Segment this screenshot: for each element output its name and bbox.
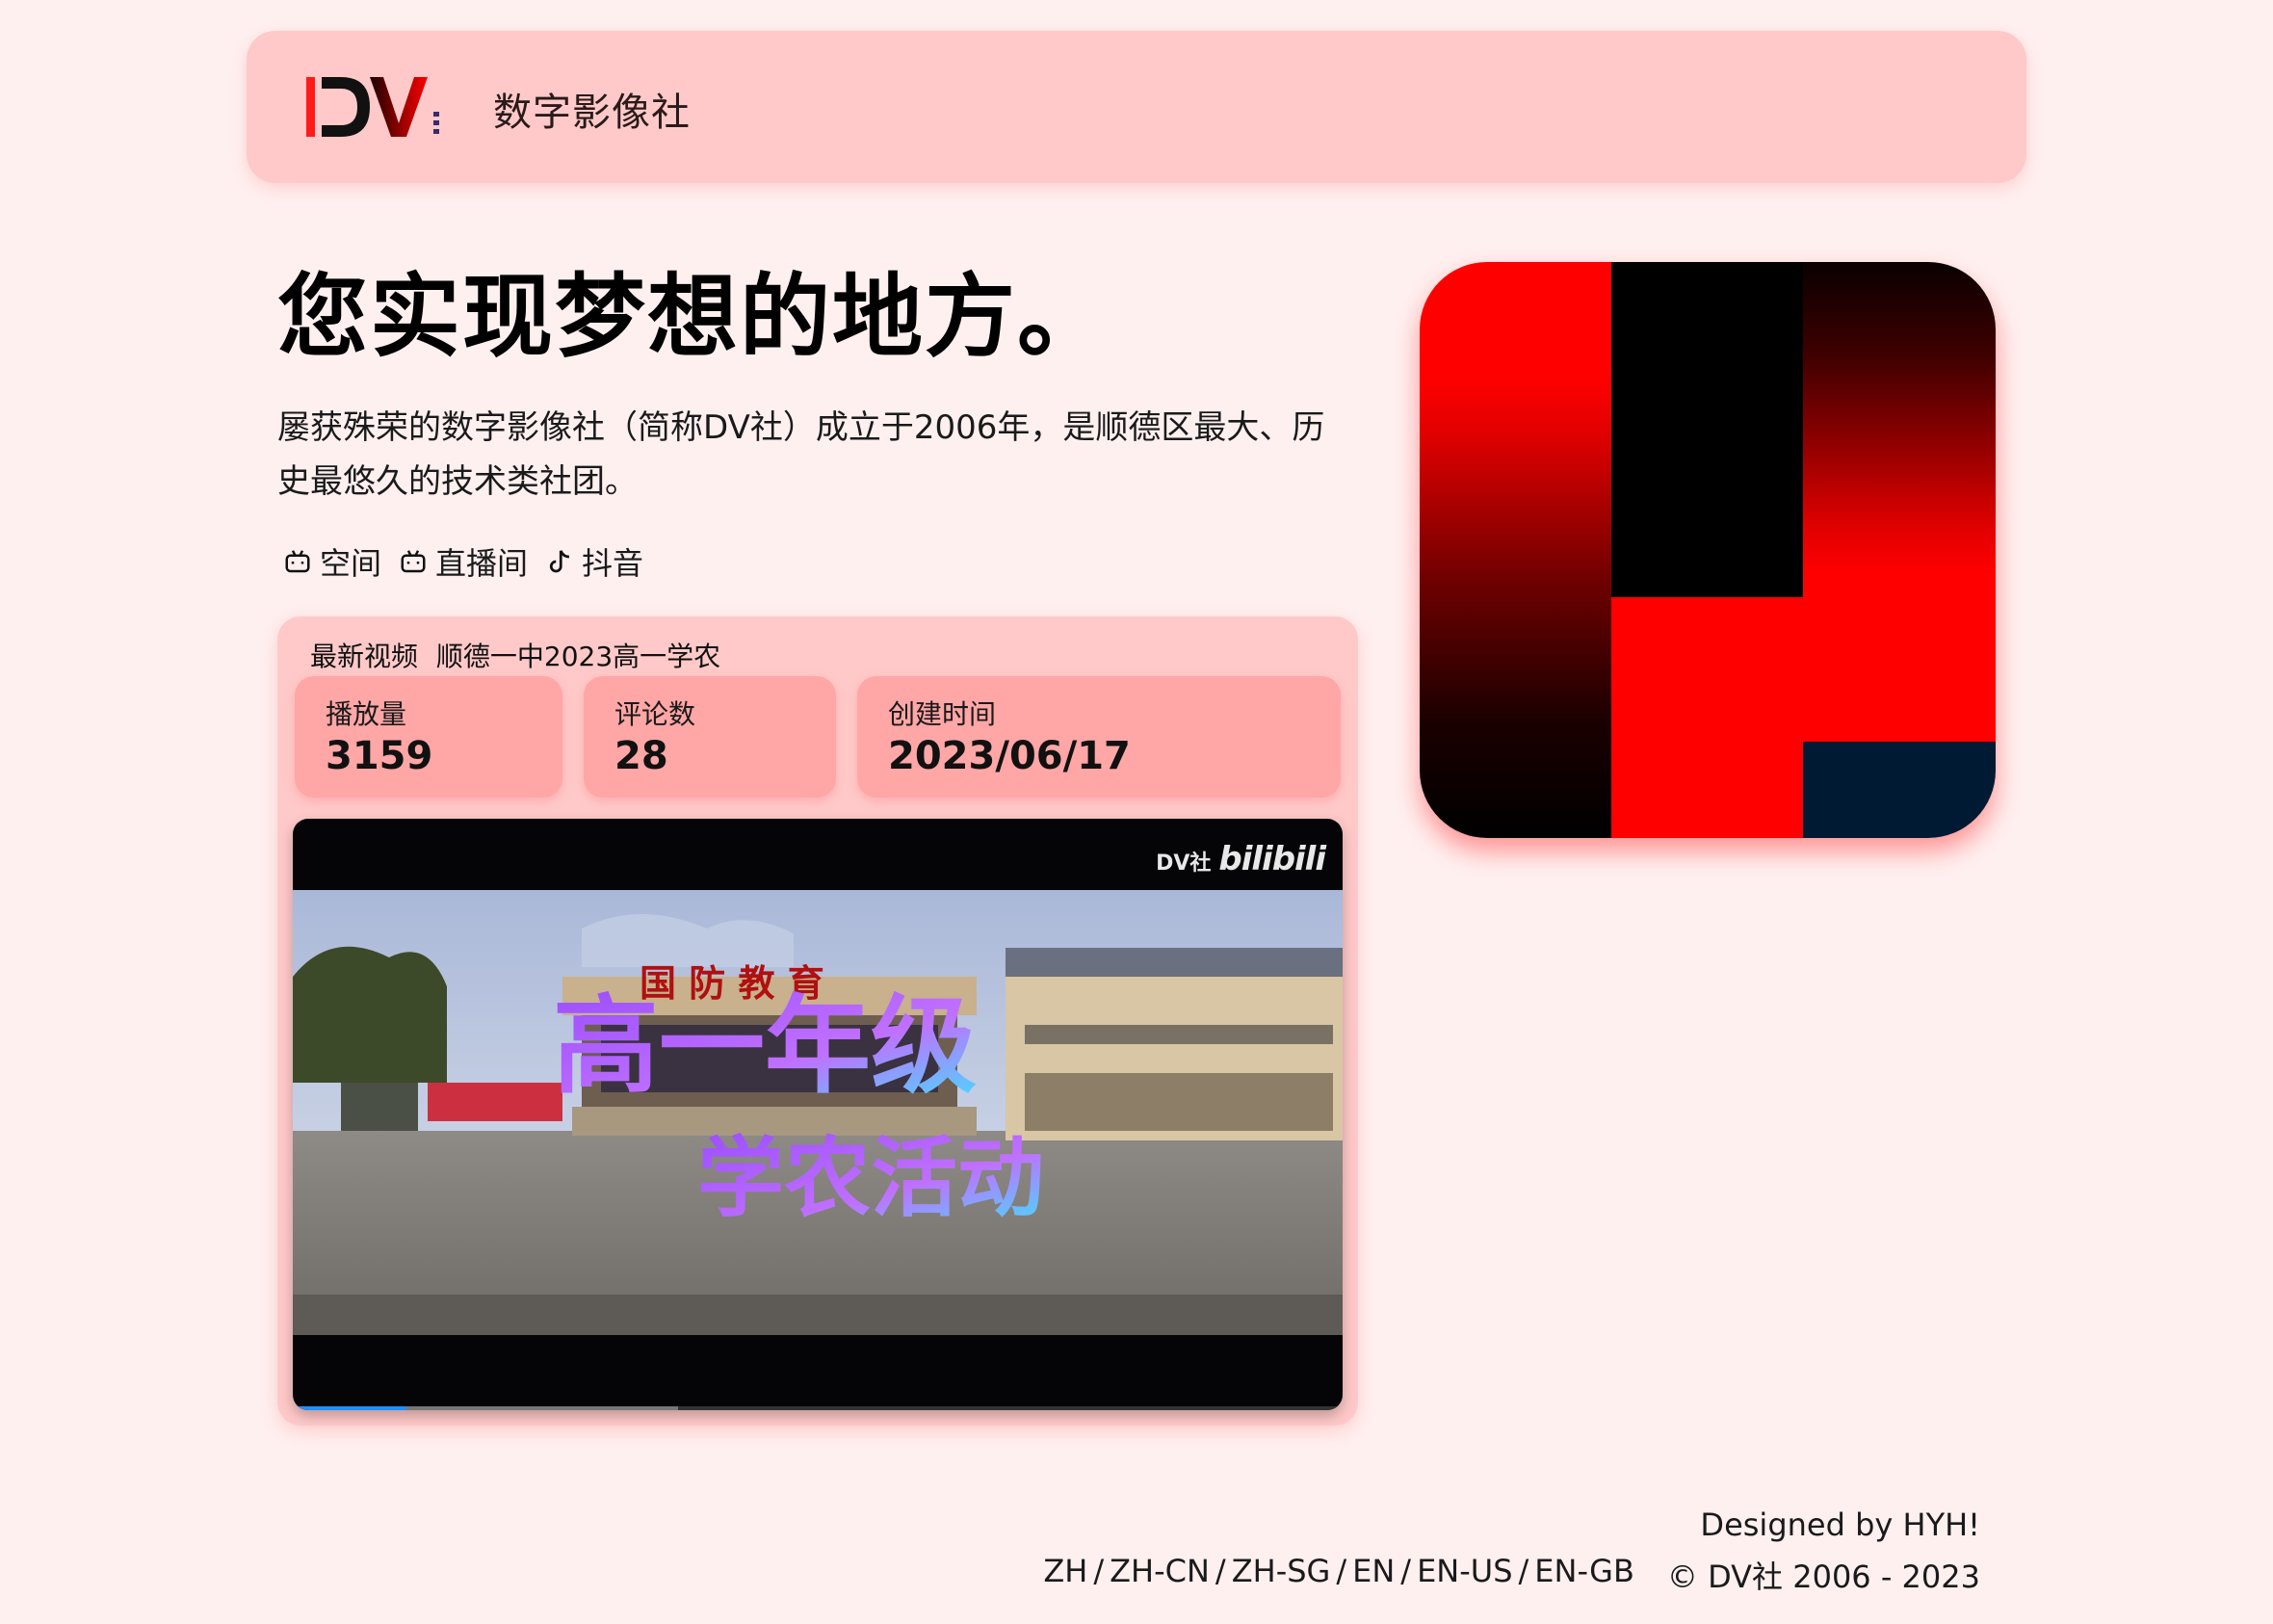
stat-created: 创建时间 2023/06/17 bbox=[857, 676, 1341, 798]
video-progress-bar[interactable] bbox=[293, 1406, 1343, 1410]
footer: ZH / ZH-CN / ZH-SG / EN / EN-US / EN-GB © DV社 2006… bbox=[1043, 1553, 1980, 1597]
lang-en[interactable]: EN bbox=[1352, 1553, 1395, 1589]
lang-zh-sg[interactable]: ZH-SG bbox=[1232, 1553, 1331, 1589]
stat-value: 3159 bbox=[326, 734, 433, 778]
video-frame[interactable]: 国 防 教 育 高一年级 学农活动 bbox=[293, 890, 1343, 1335]
stat-value: 28 bbox=[614, 734, 668, 778]
stat-label: 播放量 bbox=[326, 698, 407, 730]
social-links: 空间 直播间 抖音 bbox=[283, 539, 643, 584]
designed-by: Designed by HYH! bbox=[1700, 1506, 1980, 1543]
hero-description: 屡获殊荣的数字影像社（简称DV社）成立于2006年，是顺德区最大、历史最悠久的技… bbox=[277, 408, 1325, 501]
social-link-live[interactable]: 直播间 bbox=[399, 539, 528, 584]
dv-logo[interactable] bbox=[306, 73, 451, 141]
video-watermark: DV社 bilibili bbox=[1156, 840, 1326, 878]
graphic-block bbox=[1803, 742, 1996, 838]
bilibili-icon bbox=[285, 550, 310, 573]
site-header: 数字影像社 bbox=[247, 31, 2026, 183]
watermark-club: DV社 bbox=[1156, 851, 1212, 876]
copyright: © DV社 2006 - 2023 bbox=[1666, 1559, 1980, 1595]
social-link-space[interactable]: 空间 bbox=[283, 539, 381, 584]
progress-buffered bbox=[405, 1406, 679, 1410]
brand-name: 数字影像社 bbox=[493, 91, 691, 135]
latest-video-heading: 最新视频 顺德一中2023高一学农 bbox=[310, 636, 720, 674]
stat-comments: 评论数 28 bbox=[584, 676, 836, 798]
stat-label: 创建时间 bbox=[888, 698, 997, 730]
language-switcher: ZH / ZH-CN / ZH-SG / EN / EN-US / EN-GB bbox=[1043, 1553, 1634, 1589]
tiktok-icon bbox=[549, 550, 570, 573]
graphic-block bbox=[1611, 262, 1803, 597]
graphic-block bbox=[1420, 262, 1611, 838]
graphic-block bbox=[1611, 597, 1803, 838]
latest-video-card: 最新视频 顺德一中2023高一学农 播放量 3159 评论数 28 创建时间 2… bbox=[277, 616, 1358, 1426]
stat-value: 2023/06/17 bbox=[888, 734, 1131, 778]
stat-views: 播放量 3159 bbox=[295, 676, 562, 798]
social-label: 抖音 bbox=[582, 545, 644, 582]
lang-zh[interactable]: ZH bbox=[1043, 1553, 1087, 1589]
social-label: 空间 bbox=[320, 545, 382, 582]
watermark-site: bilibili bbox=[1218, 840, 1326, 878]
hero-title: 您实现梦想的地方。 bbox=[277, 265, 1110, 370]
video-overlay-line1: 高一年级 bbox=[553, 983, 977, 1108]
hero-graphic bbox=[1420, 262, 1996, 838]
social-label: 直播间 bbox=[435, 545, 529, 582]
lang-en-us[interactable]: EN-US bbox=[1417, 1553, 1512, 1589]
video-overlay-line2: 学农活动 bbox=[697, 1127, 1044, 1229]
progress-played bbox=[293, 1406, 406, 1410]
social-link-douyin[interactable]: 抖音 bbox=[545, 539, 643, 584]
graphic-block bbox=[1803, 262, 1996, 742]
bilibili-icon bbox=[401, 550, 426, 573]
stat-label: 评论数 bbox=[614, 698, 696, 730]
lang-zh-cn[interactable]: ZH-CN bbox=[1110, 1553, 1210, 1589]
video-player[interactable]: DV社 bilibili 国 防 教 育 高一年级 学农活动 bbox=[293, 819, 1343, 1410]
lang-en-gb[interactable]: EN-GB bbox=[1534, 1553, 1634, 1589]
latest-video-prefix: 最新视频 bbox=[310, 641, 419, 672]
latest-video-title[interactable]: 顺德一中2023高一学农 bbox=[436, 641, 720, 672]
